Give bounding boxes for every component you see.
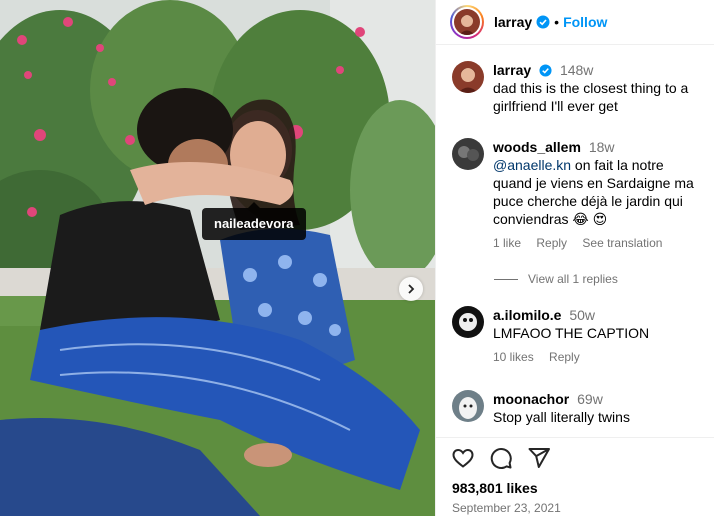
comment-username[interactable]: woods_allem bbox=[493, 139, 581, 155]
caption-username[interactable]: larray bbox=[493, 62, 531, 78]
comment-text: Stop yall literally twins bbox=[493, 409, 630, 425]
post-date[interactable]: September 23, 2021 bbox=[452, 501, 561, 515]
header-username[interactable]: larray bbox=[494, 14, 532, 30]
caption-item: larray 148w dad this is the closest thin… bbox=[452, 61, 706, 115]
next-photo-button[interactable] bbox=[399, 277, 423, 301]
heart-icon bbox=[452, 448, 474, 468]
post-header: larray • Follow bbox=[436, 0, 714, 45]
comment-text: LMFAOO THE CAPTION bbox=[493, 325, 650, 341]
avatar[interactable] bbox=[452, 138, 484, 170]
avatar bbox=[454, 9, 480, 35]
share-button[interactable] bbox=[527, 446, 551, 470]
comment-time[interactable]: 18w bbox=[589, 139, 615, 155]
like-button[interactable] bbox=[451, 446, 475, 470]
comment-time[interactable]: 50w bbox=[569, 307, 595, 323]
comment-time[interactable]: 69w bbox=[577, 391, 603, 407]
comment-button[interactable] bbox=[489, 446, 513, 470]
avatar[interactable] bbox=[452, 390, 484, 422]
action-icons bbox=[451, 446, 551, 470]
reply-button[interactable]: Reply bbox=[549, 350, 580, 364]
follow-button[interactable]: Follow bbox=[563, 14, 607, 30]
likes-count[interactable]: 983,801 likes bbox=[452, 480, 538, 496]
comments-list[interactable]: larray 148w dad this is the closest thin… bbox=[436, 46, 714, 437]
share-icon bbox=[528, 448, 550, 468]
comment-item: woods_allem 18w @anaelle.kn on fait la n… bbox=[452, 138, 706, 252]
post-viewer: naileadevora larray • Follow larray 148w… bbox=[0, 0, 714, 516]
divider bbox=[494, 278, 518, 280]
avatar[interactable] bbox=[452, 306, 484, 338]
comment-username[interactable]: moonachor bbox=[493, 391, 569, 407]
post-photo[interactable]: naileadevora bbox=[0, 0, 435, 516]
post-sidebar: larray • Follow larray 148w dad this is … bbox=[435, 0, 714, 516]
caption-text: dad this is the closest thing to a girlf… bbox=[493, 80, 689, 114]
comment-icon bbox=[490, 448, 512, 469]
caption-time[interactable]: 148w bbox=[560, 62, 593, 78]
comment-item: a.ilomilo.e 50w LMFAOO THE CAPTION 10 li… bbox=[452, 306, 706, 366]
comment-username[interactable]: a.ilomilo.e bbox=[493, 307, 561, 323]
comment-likes[interactable]: 10 likes bbox=[493, 350, 534, 364]
header-separator: • bbox=[554, 14, 560, 30]
view-replies-button[interactable]: View all 1 replies bbox=[494, 272, 618, 286]
story-ring[interactable] bbox=[450, 5, 484, 39]
tagged-user-label[interactable]: naileadevora bbox=[202, 202, 306, 240]
see-translation-button[interactable]: See translation bbox=[582, 236, 662, 250]
comment-likes[interactable]: 1 like bbox=[493, 236, 521, 250]
view-replies-label: View all 1 replies bbox=[528, 272, 618, 286]
comment-meta: 10 likes Reply bbox=[493, 348, 706, 366]
photo-image bbox=[0, 0, 435, 516]
reply-button[interactable]: Reply bbox=[536, 236, 567, 250]
comment-meta: 1 like Reply See translation bbox=[493, 234, 706, 252]
avatar[interactable] bbox=[452, 61, 484, 93]
chevron-right-icon bbox=[408, 284, 415, 294]
post-actions: 983,801 likes September 23, 2021 bbox=[436, 437, 714, 516]
comment-mention[interactable]: @anaelle.kn bbox=[493, 157, 571, 173]
comment-item: moonachor 69w Stop yall literally twins bbox=[452, 390, 706, 426]
verified-badge-icon bbox=[536, 15, 550, 29]
verified-badge-icon bbox=[539, 64, 552, 77]
